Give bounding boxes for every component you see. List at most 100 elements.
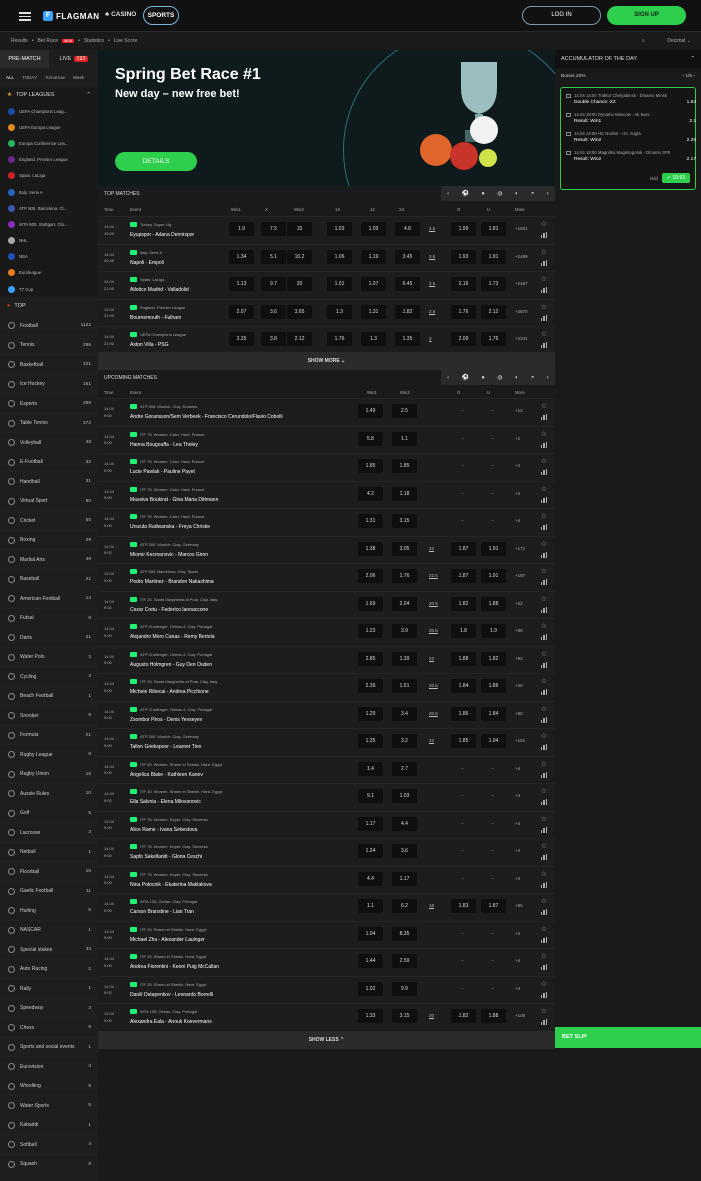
- odd-button[interactable]: 1.76: [327, 332, 352, 346]
- favorite-star-icon[interactable]: ☆: [541, 760, 547, 768]
- odd-button[interactable]: 1.82: [481, 651, 506, 666]
- sport-item[interactable]: Baseball 21: [0, 568, 98, 589]
- sport-item[interactable]: Snooker 9: [0, 705, 98, 725]
- stats-icon[interactable]: [541, 854, 547, 860]
- nav-casino[interactable]: ♣ CASINO: [105, 11, 136, 18]
- odd-button[interactable]: 1.35: [395, 332, 420, 346]
- stats-icon[interactable]: [541, 287, 547, 293]
- sport-item[interactable]: Boxing 29: [0, 529, 98, 550]
- odd-button[interactable]: 3.15: [392, 1009, 417, 1023]
- odd-button[interactable]: 3.2: [392, 734, 417, 748]
- crumb-live-score[interactable]: Live Score: [114, 38, 138, 44]
- odd-button[interactable]: 3.45: [395, 249, 420, 264]
- odd-button[interactable]: 3.35: [229, 332, 254, 346]
- more-markets[interactable]: +4: [515, 766, 520, 771]
- match-row[interactable]: 14.04 9:00 ATP 500. Munich. Clay. Germany M…: [98, 535, 555, 563]
- sport-item[interactable]: American Football 14: [0, 588, 98, 608]
- stats-icon[interactable]: [541, 661, 547, 668]
- more-markets[interactable]: +4: [515, 491, 520, 496]
- stats-icon[interactable]: [541, 689, 547, 695]
- more-markets[interactable]: +2467: [515, 281, 528, 286]
- sport-item[interactable]: Rugby League 9: [0, 744, 98, 764]
- match-teams[interactable]: Lucie Pawlak - Pauline Payet: [130, 469, 195, 475]
- stats-icon[interactable]: [541, 964, 547, 970]
- sport-item[interactable]: Lacrosse 3: [0, 822, 98, 842]
- match-teams[interactable]: Sapfo Sakellaridi - Gloria Ceschi: [130, 854, 202, 860]
- sport-item[interactable]: Squash 8: [0, 1153, 98, 1174]
- odd-button[interactable]: 1.01: [327, 277, 352, 291]
- odd-button[interactable]: 2.12: [287, 332, 312, 346]
- favorite-star-icon[interactable]: ☆: [541, 815, 547, 823]
- favorite-star-icon[interactable]: ☆: [541, 842, 547, 850]
- odd-button[interactable]: 1.86: [451, 706, 476, 721]
- favorite-star-icon[interactable]: ☆: [541, 248, 547, 256]
- favorite-star-icon[interactable]: ☆: [541, 870, 547, 878]
- match-row[interactable]: 14.04 21:00 UEFA Champions League Aston Vil…: [98, 326, 555, 354]
- stats-icon[interactable]: [541, 469, 547, 475]
- match-row[interactable]: 14.04 9:00 ATP Challenger. Oeiras-4. Clay.…: [98, 645, 555, 673]
- match-teams[interactable]: Alexandra Eala - Anouk Koevermans: [130, 1019, 212, 1025]
- favorite-star-icon[interactable]: ☆: [541, 650, 547, 658]
- nav-sports[interactable]: SPORTS: [143, 6, 179, 25]
- odd-button[interactable]: 1.86: [481, 679, 506, 693]
- odd-button[interactable]: 1.82: [395, 304, 420, 319]
- odd-button[interactable]: 15: [287, 222, 312, 236]
- basketball-icon[interactable]: ◍: [497, 374, 502, 381]
- sport-item[interactable]: Ice Hockey 151: [0, 373, 98, 394]
- match-teams[interactable]: Eyupspor - Adana Demirspor: [130, 232, 194, 238]
- odd-button[interactable]: 1.88: [451, 651, 476, 666]
- sport-item[interactable]: Table Tennis 272: [0, 412, 98, 433]
- hockey-icon[interactable]: ●: [481, 191, 485, 197]
- match-teams[interactable]: Ella Salvnia - Elena Milovanovic: [130, 799, 201, 805]
- favorite-star-icon[interactable]: ☆: [541, 622, 547, 630]
- odd-button[interactable]: 1.91: [481, 541, 506, 556]
- odd-button[interactable]: 2.07: [229, 304, 254, 319]
- sport-item[interactable]: Rugby Union 16: [0, 763, 98, 784]
- odd-button[interactable]: 1.18: [392, 486, 417, 501]
- odds-format-select[interactable]: Decimal ⌄: [667, 38, 691, 44]
- more-markets[interactable]: +4: [515, 986, 520, 991]
- odd-button[interactable]: 3.65: [287, 304, 312, 319]
- match-row[interactable]: 14.04 9:00 ATP Challenger. Oeiras-4. Clay.…: [98, 700, 555, 728]
- match-row[interactable]: 14.04 9:00 ITF 75. Women. Calvi. Hard. Fra…: [98, 425, 555, 453]
- stats-icon[interactable]: [541, 314, 547, 321]
- odd-button[interactable]: 2.16: [451, 277, 476, 291]
- odd-button[interactable]: 1.82: [451, 1009, 476, 1023]
- stats-icon[interactable]: [541, 826, 547, 833]
- more-markets[interactable]: +4: [515, 821, 520, 826]
- odd-button[interactable]: 9.1: [358, 789, 383, 803]
- odd-button[interactable]: 1.17: [358, 816, 383, 831]
- match-row[interactable]: 14.04 9:00 ITF 75. Women. Koper. Clay. Slo…: [98, 865, 555, 893]
- more-markets[interactable]: +191: [515, 738, 525, 743]
- odd-button[interactable]: 1.24: [358, 844, 383, 858]
- league-item[interactable]: T7 Cup: [0, 281, 98, 297]
- sport-item[interactable]: Auto Racing 2: [0, 958, 98, 979]
- odd-button[interactable]: 3.6: [392, 844, 417, 858]
- next-arrow-icon[interactable]: ›: [547, 191, 549, 197]
- odd-button[interactable]: 2.5: [392, 404, 417, 418]
- filter-all[interactable]: ALL: [6, 75, 14, 80]
- match-teams[interactable]: Pedro Martinez - Brandon Nakashima: [130, 579, 214, 585]
- favorite-star-icon[interactable]: ☆: [541, 430, 547, 438]
- match-teams[interactable]: Urszula Radwanska - Freya Christie: [130, 524, 210, 530]
- sport-item[interactable]: Sports and social events 1: [0, 1036, 98, 1057]
- favorite-star-icon[interactable]: ☆: [541, 732, 547, 740]
- match-teams[interactable]: Michael Zhu - Alexander Lauinger: [130, 937, 205, 943]
- odd-button[interactable]: 3.05: [392, 541, 417, 556]
- odd-button[interactable]: 2.85: [358, 651, 383, 666]
- odd-button[interactable]: 20: [287, 277, 312, 291]
- odd-button[interactable]: 1.23: [358, 624, 383, 638]
- football-icon[interactable]: ⚽: [461, 374, 468, 381]
- favorite-star-icon[interactable]: ☆: [541, 705, 547, 713]
- login-button[interactable]: LOG IN: [522, 6, 601, 25]
- favorite-star-icon[interactable]: ☆: [541, 787, 547, 795]
- favorite-star-icon[interactable]: ☆: [541, 540, 547, 548]
- more-markets[interactable]: +187: [515, 573, 525, 578]
- league-item[interactable]: WTA 500. Stuttgart. Cla...: [0, 216, 98, 232]
- favorite-star-icon[interactable]: ☆: [541, 1007, 547, 1015]
- sport-item[interactable]: Floorball 18: [0, 861, 98, 881]
- odd-button[interactable]: 1.8: [451, 624, 476, 638]
- odd-button[interactable]: 1.76: [392, 569, 417, 583]
- odd-button[interactable]: 1.76: [451, 304, 476, 319]
- match-teams[interactable]: Nina Potocnik - Ekaterina Maklakova: [130, 882, 212, 888]
